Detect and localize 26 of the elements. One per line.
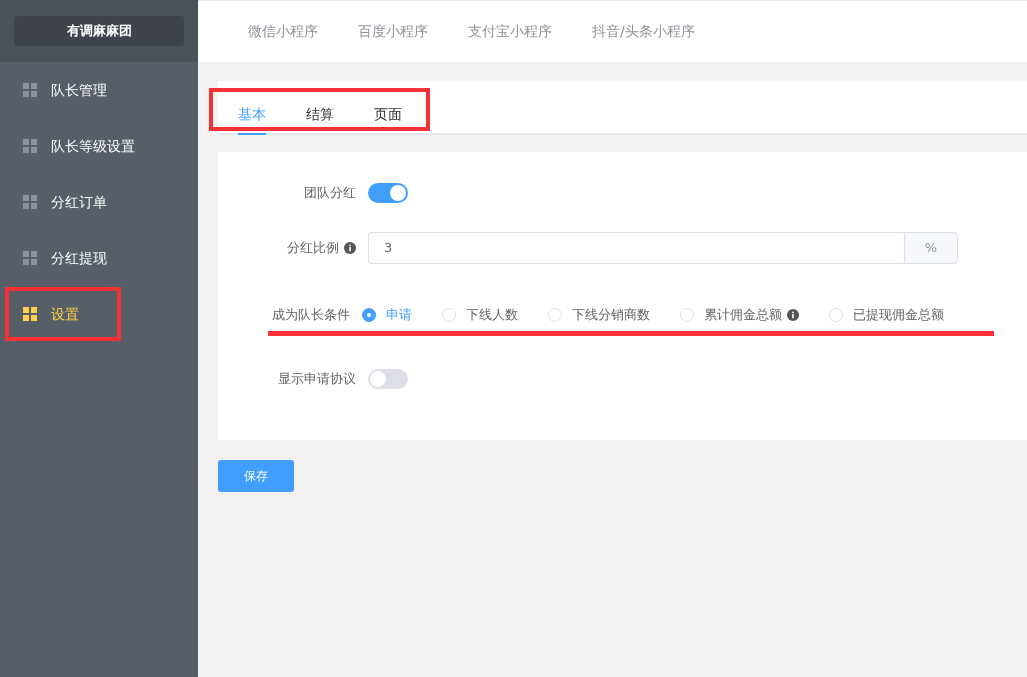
tab[interactable]: 结算 [306, 95, 334, 135]
radio-option[interactable]: 下线人数 [442, 305, 518, 325]
ratio-input-field[interactable]: 3 [368, 232, 904, 264]
sidebar-item[interactable]: 队长管理 [0, 62, 198, 118]
sidebar-item[interactable]: 分红提现 [0, 230, 198, 286]
unit-addon: % [904, 232, 958, 264]
radio-option[interactable]: 下线分销商数 [548, 305, 650, 325]
radio-option[interactable]: 已提现佣金总额 [829, 305, 944, 325]
sidebar-item[interactable]: 队长等级设置 [0, 118, 198, 174]
grid-icon [23, 307, 37, 321]
field-label: 团队分红 [304, 184, 356, 203]
sidebar-item[interactable]: 分红订单 [0, 174, 198, 230]
toggle-switch[interactable] [368, 183, 408, 203]
field-label: 分红比例 [287, 239, 339, 258]
grid-icon [23, 195, 37, 209]
grid-icon [23, 139, 37, 153]
radio-option[interactable]: 累计佣金总额 [680, 305, 799, 325]
radio-button[interactable] [362, 308, 376, 322]
field-label: 成为队长条件 [272, 306, 350, 325]
tab[interactable]: 页面 [374, 95, 402, 135]
grid-icon [23, 251, 37, 265]
grid-icon [23, 83, 37, 97]
sidebar-item[interactable]: 设置 [0, 286, 198, 342]
field-label: 显示申请协议 [278, 370, 356, 389]
app-logo-title: 有调麻麻团 [14, 16, 184, 46]
toggle-switch[interactable] [368, 369, 408, 389]
